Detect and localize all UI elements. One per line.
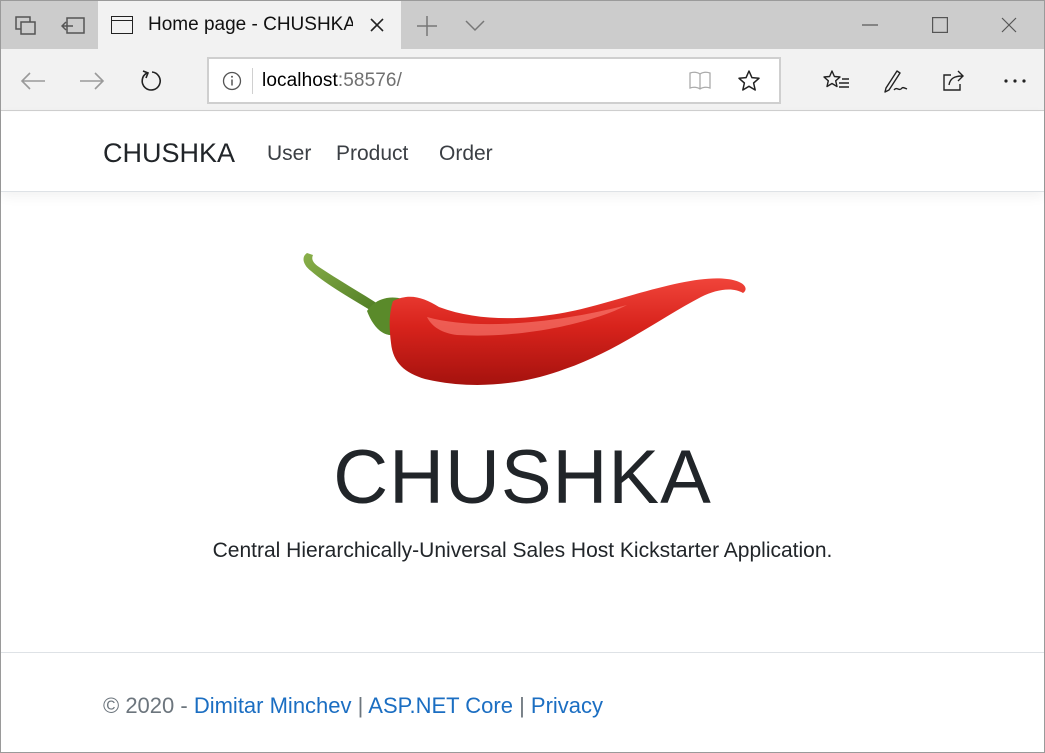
- more-icon[interactable]: [995, 61, 1035, 101]
- copyright-text: © 2020 -: [103, 693, 194, 718]
- page-icon: [111, 16, 133, 34]
- nav-link-order[interactable]: Order: [439, 142, 493, 166]
- maximize-icon[interactable]: [905, 1, 975, 49]
- hero-title: CHUSHKA: [333, 435, 712, 520]
- url-port: :58576/: [337, 69, 402, 91]
- reading-view-icon[interactable]: [687, 69, 713, 93]
- tab-active[interactable]: Home page - CHUSHKA: [98, 1, 401, 49]
- page-viewport: CHUSHKA User Product Order CHUSHKA Centr…: [1, 112, 1044, 752]
- url-text[interactable]: localhost:58576/: [262, 70, 402, 92]
- footer-separator: |: [512, 693, 531, 718]
- tab-strip: Home page - CHUSHKA: [1, 1, 1044, 49]
- back-arrow-icon[interactable]: [13, 61, 53, 101]
- hero-subtitle: Central Hierarchically-Universal Sales H…: [212, 539, 833, 562]
- favorites-hub-icon[interactable]: [816, 61, 856, 101]
- info-icon[interactable]: [221, 70, 243, 92]
- pen-icon[interactable]: [875, 61, 915, 101]
- tab-actions-icon[interactable]: [9, 9, 43, 43]
- forward-arrow-icon[interactable]: [72, 61, 112, 101]
- chevron-down-icon[interactable]: [458, 9, 492, 43]
- url-host: localhost: [262, 69, 338, 91]
- browser-toolbar: localhost:58576/: [1, 49, 1044, 111]
- new-tab-icon[interactable]: [410, 9, 444, 43]
- refresh-icon[interactable]: [132, 61, 172, 101]
- browser-window: Home page - CHUSHKA localhost:58576/ CHU…: [0, 0, 1045, 753]
- tab-title: Home page - CHUSHKA: [148, 14, 353, 35]
- nav-link-product[interactable]: Product: [336, 142, 408, 166]
- set-tabs-aside-icon[interactable]: [56, 9, 90, 43]
- address-bar[interactable]: localhost:58576/: [207, 57, 781, 104]
- author-link[interactable]: Dimitar Minchev: [194, 693, 352, 718]
- close-window-icon[interactable]: [974, 1, 1044, 49]
- star-icon[interactable]: [735, 67, 763, 95]
- site-footer: © 2020 - Dimitar Minchev | ASP.NET Core …: [1, 652, 1044, 752]
- site-navbar: CHUSHKA User Product Order: [1, 112, 1044, 192]
- privacy-link[interactable]: Privacy: [531, 693, 603, 718]
- footer-separator: |: [351, 693, 369, 718]
- framework-link[interactable]: ASP.NET Core: [368, 693, 513, 718]
- close-tab-icon[interactable]: [365, 13, 389, 37]
- address-divider: [252, 67, 253, 94]
- footer-line: © 2020 - Dimitar Minchev | ASP.NET Core …: [103, 693, 603, 719]
- nav-link-user[interactable]: User: [267, 142, 311, 166]
- share-icon[interactable]: [934, 61, 974, 101]
- brand-link[interactable]: CHUSHKA: [103, 138, 235, 169]
- chili-pepper-image: [303, 253, 746, 385]
- minimize-icon[interactable]: [835, 1, 905, 49]
